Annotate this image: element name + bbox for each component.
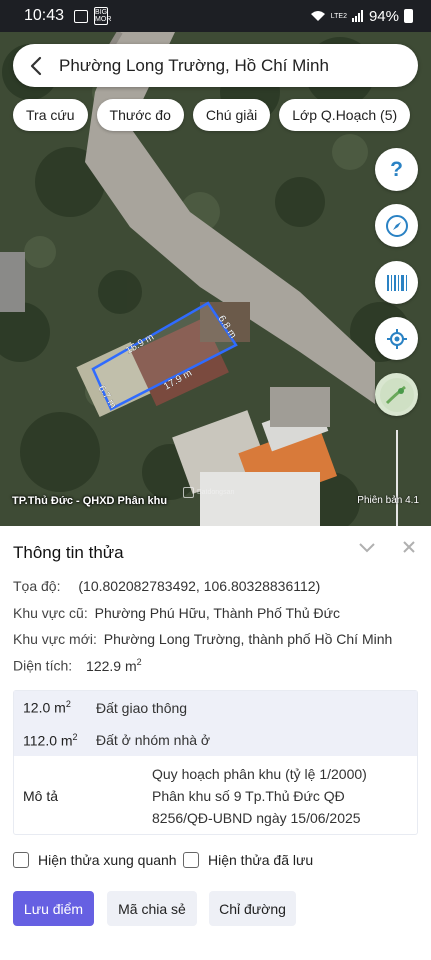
coordinate-label: Tọa độ:: [13, 578, 61, 594]
table-row: 112.0 m2 Đất ở nhóm nhà ở: [14, 724, 417, 756]
network-label: LTE2: [330, 12, 347, 20]
map-type-button[interactable]: [375, 373, 418, 416]
parcel-info-panel: Thông tin thửa Tọa độ: (10.802082783492,…: [0, 526, 431, 960]
map-tools: Tra cứu Thước đo Chú giải Lớp Q.Hoạch (5…: [13, 99, 411, 131]
collapse-chevron-icon[interactable]: [357, 540, 377, 554]
landuse-area: 12.0 m2: [14, 699, 96, 716]
wifi-icon: [310, 11, 325, 21]
help-button[interactable]: ?: [375, 148, 418, 191]
back-button[interactable]: [13, 44, 59, 87]
status-right: LTE2 94%: [310, 8, 413, 25]
show-nearby-label[interactable]: Hiện thửa xung quanh: [38, 852, 177, 868]
map-thumbnail-icon: [379, 377, 414, 412]
coordinate-row: Tọa độ: (10.802082783492, 106.8032883611…: [13, 578, 320, 594]
landuse-type: Đất ở nhóm nhà ở: [96, 732, 211, 748]
show-nearby-checkbox[interactable]: Hiện thửa xung quanh: [13, 852, 177, 868]
signal-icon: [351, 10, 363, 22]
land-area-unit-sup: 2: [136, 657, 142, 667]
chip-planning-layers[interactable]: Lớp Q.Hoạch (5): [279, 99, 411, 131]
old-area-label: Khu vực cũ:: [13, 605, 88, 621]
image-notification-icon: [74, 9, 89, 23]
save-point-button[interactable]: Lưu điểm: [13, 891, 94, 926]
show-saved-label[interactable]: Hiện thửa đã lưu: [208, 852, 313, 868]
barcode-button[interactable]: [375, 261, 418, 304]
landuse-area-sup: 2: [72, 731, 78, 742]
checkbox-box[interactable]: [13, 852, 29, 868]
description-label: Mô tả: [23, 787, 59, 804]
barcode-icon: [386, 274, 407, 291]
landuse-area-value: 12.0 m: [23, 699, 66, 716]
location-title[interactable]: Phường Long Trường, Hồ Chí Minh: [59, 56, 329, 76]
description-text: Quy hoạch phân khu (tỷ lệ 1/2000) Phân k…: [152, 765, 367, 826]
show-saved-checkbox[interactable]: Hiện thửa đã lưu: [183, 852, 313, 868]
table-row: 12.0 m2 Đất giao thông: [14, 691, 417, 724]
land-use-table: 12.0 m2 Đất giao thông 112.0 m2 Đất ở nh…: [13, 690, 418, 835]
chip-legend[interactable]: Chú giải: [192, 99, 271, 131]
old-area-value: Phường Phú Hữu, Thành Phố Thủ Đức: [94, 605, 341, 621]
watermark: Batdongsan: [183, 487, 234, 498]
chip-lookup[interactable]: Tra cứu: [13, 99, 88, 131]
old-area-row: Khu vực cũ: Phường Phú Hữu, Thành Phố Th…: [13, 605, 340, 621]
landuse-area-sup: 2: [65, 699, 71, 710]
checkbox-box[interactable]: [183, 852, 199, 868]
location-target-icon: [386, 328, 407, 349]
search-bar[interactable]: Phường Long Trường, Hồ Chí Minh: [13, 44, 418, 87]
status-time: 10:43: [24, 7, 65, 24]
map-layer-label: TP.Thủ Đức - QHXD Phân khu: [12, 495, 168, 507]
status-bar: 10:43 BIG MOR LTE2 94%: [0, 0, 431, 32]
new-area-label: Khu vực mới:: [13, 631, 97, 647]
battery-percent: 94%: [368, 7, 399, 25]
land-area-value: 122.9 m: [86, 657, 137, 674]
map-scale-line: [396, 430, 398, 526]
my-location-button[interactable]: [375, 317, 418, 360]
panel-title: Thông tin thửa: [13, 543, 124, 562]
close-icon[interactable]: [402, 540, 416, 554]
directions-button[interactable]: Chỉ đường: [209, 891, 296, 926]
back-arrow-icon: [30, 56, 42, 75]
battery-icon: [404, 9, 413, 23]
land-area-row: Diện tích: 122.9 m2: [13, 657, 142, 674]
map-version-label: Phiên bản 4.1: [357, 495, 419, 506]
chip-ruler[interactable]: Thước đo: [96, 99, 184, 131]
new-area-row: Khu vực mới: Phường Long Trường, thành p…: [13, 631, 392, 647]
landuse-area-value: 112.0 m: [23, 732, 73, 749]
app-notification-icon: BIG MOR: [94, 7, 112, 25]
watermark-text: Batdongsan: [197, 489, 235, 496]
compass-icon: [385, 214, 408, 237]
watermark-logo-icon: [183, 487, 194, 498]
new-area-value: Phường Long Trường, thành phố Hồ Chí Min…: [103, 631, 393, 647]
land-area-label: Diện tích:: [13, 657, 73, 674]
description-row: Mô tả Quy hoạch phân khu (tỷ lệ 1/2000) …: [14, 756, 417, 835]
help-icon: ?: [390, 157, 403, 181]
share-code-button[interactable]: Mã chia sẻ: [107, 891, 197, 926]
coordinate-value[interactable]: (10.802082783492, 106.80328836112): [78, 578, 320, 594]
landuse-area: 112.0 m2: [14, 732, 96, 749]
landuse-type: Đất giao thông: [96, 699, 188, 716]
compass-button[interactable]: [375, 204, 418, 247]
